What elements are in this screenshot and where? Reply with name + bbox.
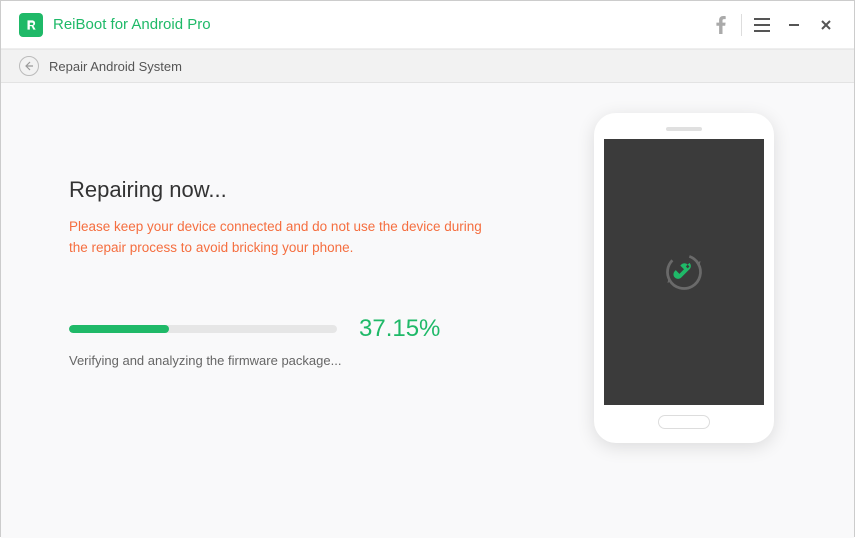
app-title: ReiBoot for Android Pro — [53, 16, 705, 33]
phone-screen — [604, 139, 764, 405]
warning-text: Please keep your device connected and do… — [69, 217, 489, 259]
left-column: Repairing now... Please keep your device… — [69, 113, 574, 508]
phone-mockup — [594, 113, 774, 443]
titlebar-controls — [705, 9, 842, 41]
menu-icon[interactable] — [746, 9, 778, 41]
phone-speaker — [666, 127, 702, 131]
back-button[interactable] — [19, 56, 39, 76]
minimize-button[interactable] — [778, 9, 810, 41]
facebook-icon[interactable] — [705, 9, 737, 41]
phone-home-button — [658, 415, 710, 429]
right-column — [574, 113, 794, 508]
logo-r-icon — [24, 18, 38, 32]
page-heading: Repairing now... — [69, 177, 574, 203]
titlebar-divider — [741, 14, 742, 36]
progress-bar — [69, 325, 337, 333]
breadcrumb-title: Repair Android System — [49, 59, 182, 74]
progress-percent: 37.15% — [359, 315, 440, 343]
wrench-refresh-icon — [662, 250, 706, 294]
app-logo — [19, 13, 43, 37]
arrow-left-icon — [24, 61, 34, 71]
status-text: Verifying and analyzing the firmware pac… — [69, 353, 574, 368]
content-area: Repairing now... Please keep your device… — [1, 83, 854, 538]
progress-row: 37.15% — [69, 315, 574, 343]
subheader: Repair Android System — [1, 49, 854, 83]
titlebar: ReiBoot for Android Pro — [1, 1, 854, 49]
close-button[interactable] — [810, 9, 842, 41]
progress-fill — [69, 325, 169, 333]
